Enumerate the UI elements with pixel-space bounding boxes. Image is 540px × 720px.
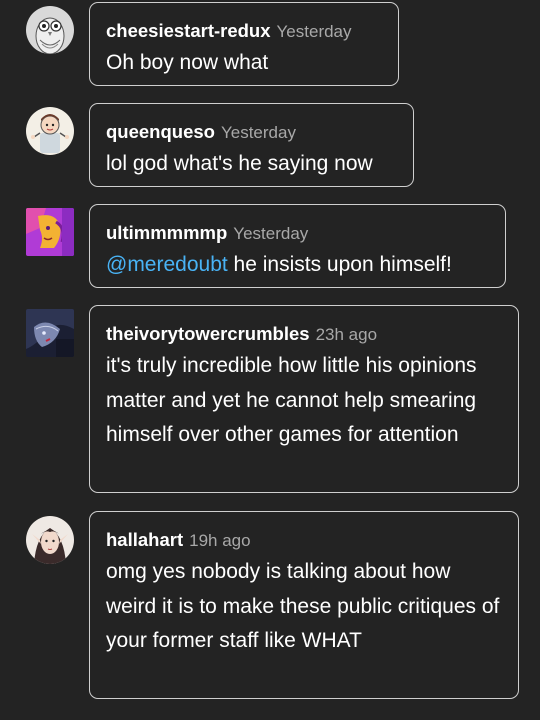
username-link[interactable]: theivorytowercrumbles (106, 323, 310, 344)
comment-meta: ultimmmmmp Yesterday (106, 221, 491, 245)
mention-link[interactable]: @meredoubt (106, 253, 228, 276)
timestamp: 23h ago (315, 325, 378, 344)
comment-meta: theivorytowercrumbles 23h ago (106, 322, 504, 346)
comment-bubble: hallahart 19h ago omg yes nobody is talki… (89, 511, 519, 699)
comment-bubble: queenqueso Yesterday lol god what's he sa… (89, 103, 414, 187)
comment-text: Oh boy now what (106, 51, 269, 74)
username-link[interactable]: hallahart (106, 529, 183, 550)
pink-purple-face-avatar[interactable] (26, 208, 74, 256)
username-link[interactable]: ultimmmmmp (106, 222, 227, 243)
username-link[interactable]: cheesiestart-redux (106, 20, 271, 41)
comment-meta: queenqueso Yesterday (106, 120, 399, 144)
comment-bubble: ultimmmmmp Yesterday @meredoubt he insist… (89, 204, 506, 288)
timestamp: Yesterday (220, 123, 296, 142)
cartoon-character-avatar[interactable] (26, 107, 74, 155)
comment-meta: cheesiestart-redux Yesterday (106, 19, 384, 43)
dark-portrait-avatar[interactable] (26, 309, 74, 357)
username-link[interactable]: queenqueso (106, 121, 215, 142)
comment-bubble: theivorytowercrumbles 23h ago it's truly … (89, 305, 519, 493)
comment-meta: hallahart 19h ago (106, 528, 504, 552)
timestamp: Yesterday (276, 22, 352, 41)
timestamp: 19h ago (189, 531, 251, 550)
comment-text: it's truly incredible how little his opi… (106, 354, 477, 446)
comment-text: omg yes nobody is talking about how weir… (106, 560, 500, 652)
comment-text-rest: he insists upon himself! (227, 253, 452, 276)
comment-bubble: cheesiestart-redux Yesterday Oh boy now w… (89, 2, 399, 86)
elf-portrait-avatar[interactable] (26, 516, 74, 564)
timestamp: Yesterday (233, 224, 309, 243)
owl-drawing-avatar[interactable] (26, 6, 74, 54)
comment-text: lol god what's he saying now (106, 152, 373, 175)
comment-text: @meredoubt he insists upon himself! (106, 248, 491, 283)
